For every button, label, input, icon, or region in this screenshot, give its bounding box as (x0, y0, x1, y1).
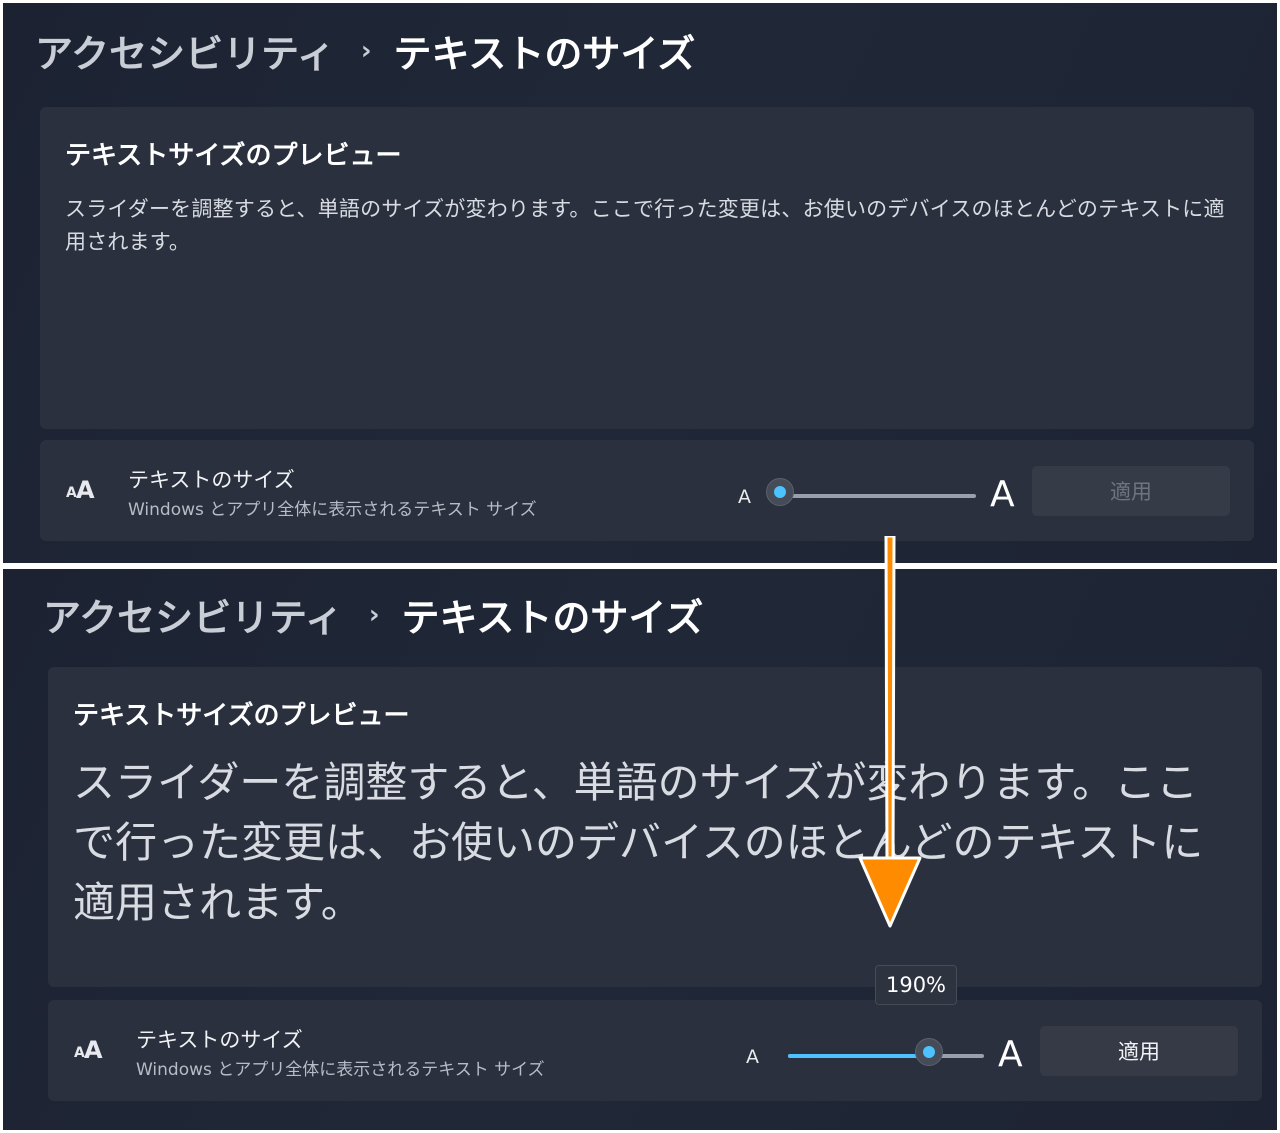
breadcrumb-accessibility[interactable]: アクセシビリティ (43, 587, 343, 642)
preview-text: スライダーを調整すると、単語のサイズが変わります。ここで行った変更は、お使いのデ… (65, 197, 1225, 254)
breadcrumb: アクセシビリティ › テキストのサイズ (43, 587, 703, 642)
setting-subtitle: Windows とアプリ全体に表示されるテキスト サイズ (128, 500, 537, 520)
annotation-arrow-shaft (884, 536, 896, 868)
breadcrumb: アクセシビリティ › テキストのサイズ (35, 23, 695, 78)
setting-subtitle: Windows とアプリ全体に表示されるテキスト サイズ (136, 1060, 545, 1080)
slider-max-label: A (990, 474, 1015, 515)
slider-value-tooltip: 190% (875, 965, 957, 1005)
slider-thumb[interactable] (766, 478, 794, 506)
slider-thumb[interactable] (915, 1038, 944, 1066)
slider-max-label: A (998, 1034, 1023, 1075)
page-title: テキストのサイズ (393, 32, 696, 76)
slider-min-label: A (746, 1046, 759, 1068)
apply-button[interactable]: 適用 (1040, 1026, 1238, 1076)
slider-track[interactable] (780, 494, 976, 498)
text-size-icon-large-a: A (84, 1036, 103, 1064)
slider-track-fill (788, 1054, 930, 1058)
chevron-right-icon: › (360, 35, 372, 66)
text-size-icon: A A (66, 476, 98, 504)
annotation-arrow-head (858, 856, 922, 928)
annotation-arrow-down-icon (858, 536, 922, 928)
preview-text: スライダーを調整すると、単語のサイズが変わります。ここで行った変更は、お使いのデ… (73, 758, 1204, 927)
slider-track[interactable] (788, 1054, 984, 1058)
breadcrumb-accessibility[interactable]: アクセシビリティ (35, 23, 335, 78)
text-size-slider[interactable]: A A (744, 1028, 1029, 1078)
chevron-right-icon: › (368, 599, 380, 630)
screenshot-after: アクセシビリティ › テキストのサイズ テキストサイズのプレビュー スライダーを… (3, 569, 1277, 1130)
apply-button[interactable]: 適用 (1032, 466, 1230, 516)
slider-min-label: A (738, 486, 751, 508)
preview-title: テキストサイズのプレビュー (65, 141, 402, 171)
text-size-setting-row: A A テキストのサイズ Windows とアプリ全体に表示されるテキスト サイ… (48, 1000, 1262, 1101)
text-size-preview-card: テキストサイズのプレビュー スライダーを調整すると、単語のサイズが変わります。こ… (40, 107, 1254, 429)
setting-title: テキストのサイズ (128, 468, 295, 492)
text-size-icon: A A (74, 1036, 106, 1064)
text-size-setting-row: A A テキストのサイズ Windows とアプリ全体に表示されるテキスト サイ… (40, 440, 1254, 541)
screenshot-before: アクセシビリティ › テキストのサイズ テキストサイズのプレビュー スライダーを… (3, 3, 1277, 563)
text-size-preview-card: テキストサイズのプレビュー スライダーを調整すると、単語のサイズが変わります。こ… (48, 667, 1262, 987)
page-title: テキストのサイズ (401, 596, 704, 640)
text-size-slider[interactable]: A A (736, 468, 1021, 518)
text-size-icon-large-a: A (76, 476, 95, 504)
preview-title: テキストサイズのプレビュー (73, 701, 410, 731)
setting-title: テキストのサイズ (136, 1028, 303, 1052)
